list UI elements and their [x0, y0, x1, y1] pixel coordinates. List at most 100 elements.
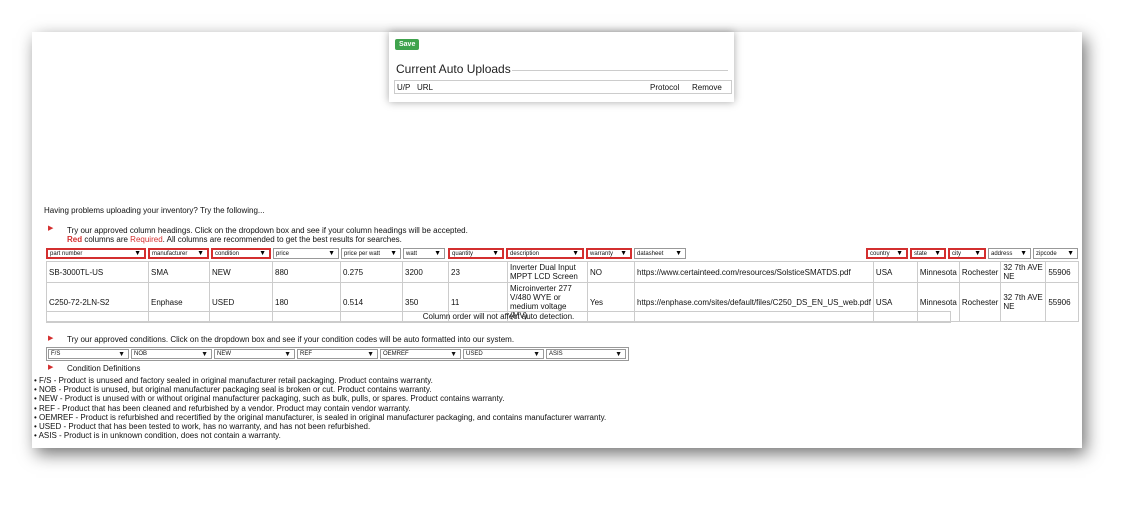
- recommend-text: . All columns are recommended to get the…: [162, 235, 402, 244]
- condition-select-oemref[interactable]: OEMREF ▼: [380, 349, 461, 359]
- columns-are-text: columns are: [84, 235, 128, 244]
- dropdown-arrow-icon: ▼: [675, 250, 682, 257]
- condition-label: OEMREF: [383, 351, 409, 357]
- dropdown-arrow-icon: ▼: [533, 350, 540, 358]
- header-select-manufacturer[interactable]: manufacturer ▼: [148, 248, 209, 259]
- expand-triangle-icon[interactable]: ▶: [48, 334, 53, 342]
- dropdown-arrow-icon: ▼: [974, 250, 981, 257]
- cell: 880: [272, 261, 341, 283]
- col-protocol: Protocol: [650, 82, 680, 92]
- dropdown-arrow-icon: ▼: [197, 250, 204, 257]
- header-label: city: [952, 250, 961, 257]
- dropdown-arrow-icon: ▼: [1067, 250, 1074, 257]
- header-select-condition[interactable]: condition ▼: [211, 248, 271, 259]
- cell: 55906: [1045, 282, 1079, 322]
- save-button[interactable]: Save: [395, 39, 420, 50]
- cell: 0.275: [340, 261, 403, 283]
- column-order-note: Column order will not affect auto detect…: [46, 311, 951, 323]
- condition-select-new[interactable]: NEW ▼: [214, 349, 295, 359]
- header-select-zipcode[interactable]: zipcode ▼: [1033, 248, 1078, 259]
- cell: 3200: [402, 261, 449, 283]
- col-up: U/P: [397, 82, 411, 92]
- header-select-description[interactable]: description ▼: [506, 248, 584, 259]
- dropdown-arrow-icon: ▼: [367, 350, 374, 358]
- required-word: Required: [130, 235, 163, 244]
- auto-uploads-title: Current Auto Uploads: [396, 62, 511, 76]
- condition-select-nob[interactable]: NOB ▼: [131, 349, 212, 359]
- dropdown-arrow-icon: ▼: [896, 250, 903, 257]
- cell: NEW: [209, 261, 273, 283]
- dropdown-arrow-icon: ▼: [434, 250, 441, 257]
- header-select-address[interactable]: address ▼: [988, 248, 1031, 259]
- condition-select-asis[interactable]: ASIS ▼: [546, 349, 626, 359]
- dropdown-arrow-icon: ▼: [450, 350, 457, 358]
- header-label: country: [870, 250, 890, 257]
- auto-uploads-table: U/P URL Protocol Remove: [394, 80, 732, 94]
- dropdown-arrow-icon: ▼: [572, 250, 579, 257]
- header-label: part number: [50, 250, 83, 257]
- header-label: zipcode: [1036, 250, 1057, 257]
- header-label: watt: [406, 250, 418, 257]
- condition-label: F/S: [51, 351, 61, 357]
- dropdown-arrow-icon: ▼: [1020, 250, 1027, 257]
- condition-definitions-title: Condition Definitions: [67, 364, 141, 373]
- cell: 32 7th AVE NE: [1000, 261, 1047, 283]
- cell: Rochester: [958, 282, 1002, 322]
- header-select-country[interactable]: country ▼: [866, 248, 908, 259]
- header-select-warranty[interactable]: warranty ▼: [586, 248, 632, 259]
- cell: 55906: [1045, 261, 1079, 283]
- conditions-hint: Try our approved conditions. Click on th…: [67, 335, 515, 344]
- header-label: quantity: [452, 250, 474, 257]
- expand-triangle-icon[interactable]: ▶: [48, 224, 53, 232]
- cell: Minnesota: [916, 261, 960, 283]
- list-item: ASIS - Product is in unknown condition, …: [34, 431, 606, 440]
- condition-select-used[interactable]: USED ▼: [463, 349, 544, 359]
- expand-triangle-icon[interactable]: ▶: [48, 363, 53, 371]
- header-select-watt[interactable]: watt ▼: [403, 248, 445, 259]
- header-select-price[interactable]: price ▼: [273, 248, 339, 259]
- list-item: REF - Product that has been cleaned and …: [34, 404, 606, 413]
- auto-uploads-panel: Save Current Auto Uploads U/P URL Protoc…: [389, 32, 734, 102]
- dropdown-arrow-icon: ▼: [620, 250, 627, 257]
- headings-hint: Try our approved column headings. Click …: [67, 226, 468, 235]
- header-label: condition: [215, 250, 240, 257]
- dropdown-arrow-icon: ▼: [284, 350, 291, 358]
- dropdown-arrow-icon: ▼: [390, 250, 397, 257]
- dropdown-arrow-icon: ▼: [134, 250, 141, 257]
- dropdown-arrow-icon: ▼: [615, 350, 622, 358]
- list-item: USED - Product that has been tested to w…: [34, 422, 606, 431]
- header-select-price-per-watt[interactable]: price per watt ▼: [341, 248, 401, 259]
- header-select-part-number[interactable]: part number ▼: [46, 248, 146, 259]
- cell: 32 7th AVE NE: [1000, 282, 1047, 322]
- header-select-quantity[interactable]: quantity ▼: [448, 248, 504, 259]
- help-title: Having problems uploading your inventory…: [44, 206, 265, 215]
- cell: SMA: [148, 261, 210, 283]
- header-select-city[interactable]: city ▼: [948, 248, 986, 259]
- dropdown-arrow-icon: ▼: [201, 350, 208, 358]
- list-item: F/S - Product is unused and factory seal…: [34, 376, 606, 385]
- condition-label: ASIS: [549, 351, 563, 357]
- list-item: NEW - Product is unused with or without …: [34, 394, 606, 403]
- page-panel: Save Current Auto Uploads U/P URL Protoc…: [32, 32, 1082, 448]
- dropdown-arrow-icon: ▼: [328, 250, 335, 257]
- header-select-datasheet[interactable]: datasheet ▼: [634, 248, 686, 259]
- condition-definitions-list: F/S - Product is unused and factory seal…: [34, 376, 607, 440]
- table-row: SB-3000TL-US SMA NEW 880 0.275 3200 23 I…: [46, 261, 1079, 283]
- condition-selects: F/S ▼ NOB ▼ NEW ▼ REF ▼ OEMREF ▼ USED ▼ ASIS ▼: [46, 347, 629, 361]
- condition-label: NEW: [217, 351, 231, 357]
- cell: https://www.certainteed.com/resources/So…: [634, 261, 874, 283]
- required-legend: Red columns are Required. All columns ar…: [67, 235, 402, 244]
- condition-label: REF: [300, 351, 312, 357]
- header-select-state[interactable]: state ▼: [910, 248, 946, 259]
- cell: USA: [872, 261, 918, 283]
- header-label: datasheet: [637, 250, 664, 257]
- cell: Inverter Dual Input MPPT LCD Screen: [507, 261, 588, 283]
- condition-select-fs[interactable]: F/S ▼: [48, 349, 129, 359]
- dropdown-arrow-icon: ▼: [934, 250, 941, 257]
- condition-select-ref[interactable]: REF ▼: [297, 349, 378, 359]
- cell: Rochester: [958, 261, 1002, 283]
- dropdown-arrow-icon: ▼: [259, 250, 266, 257]
- col-remove: Remove: [692, 82, 722, 92]
- condition-label: USED: [466, 351, 483, 357]
- header-label: price: [276, 250, 290, 257]
